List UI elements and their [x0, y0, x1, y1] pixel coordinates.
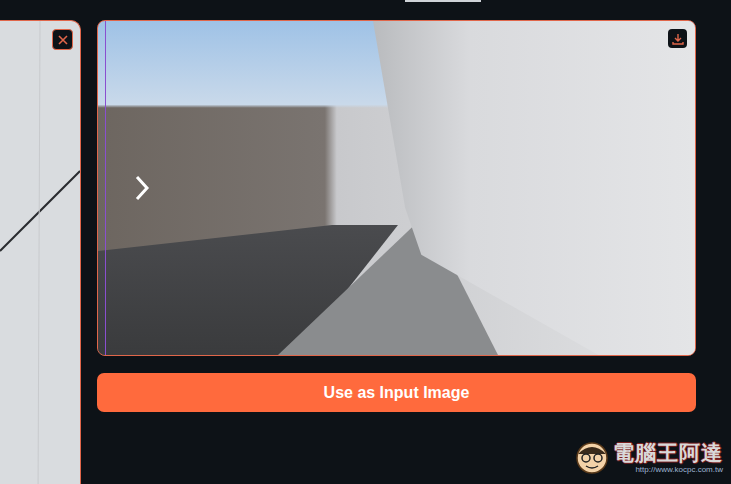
- scroll-indicator: [405, 0, 481, 2]
- download-icon: [672, 33, 684, 45]
- watermark-name: 電腦王阿達: [613, 442, 723, 465]
- watermark: 電腦王阿達 http://www.kocpc.com.tw: [574, 440, 723, 476]
- next-chevron-icon[interactable]: [134, 175, 150, 201]
- use-as-input-button[interactable]: Use as Input Image: [97, 373, 696, 412]
- watermark-url: http://www.kocpc.com.tw: [635, 465, 723, 475]
- close-icon: [58, 35, 68, 45]
- wall-photo: [0, 21, 80, 484]
- download-button[interactable]: [668, 29, 687, 48]
- previous-image-card[interactable]: [0, 20, 81, 484]
- close-button[interactable]: [52, 29, 73, 50]
- result-image: [97, 20, 696, 356]
- mascot-icon: [574, 440, 610, 476]
